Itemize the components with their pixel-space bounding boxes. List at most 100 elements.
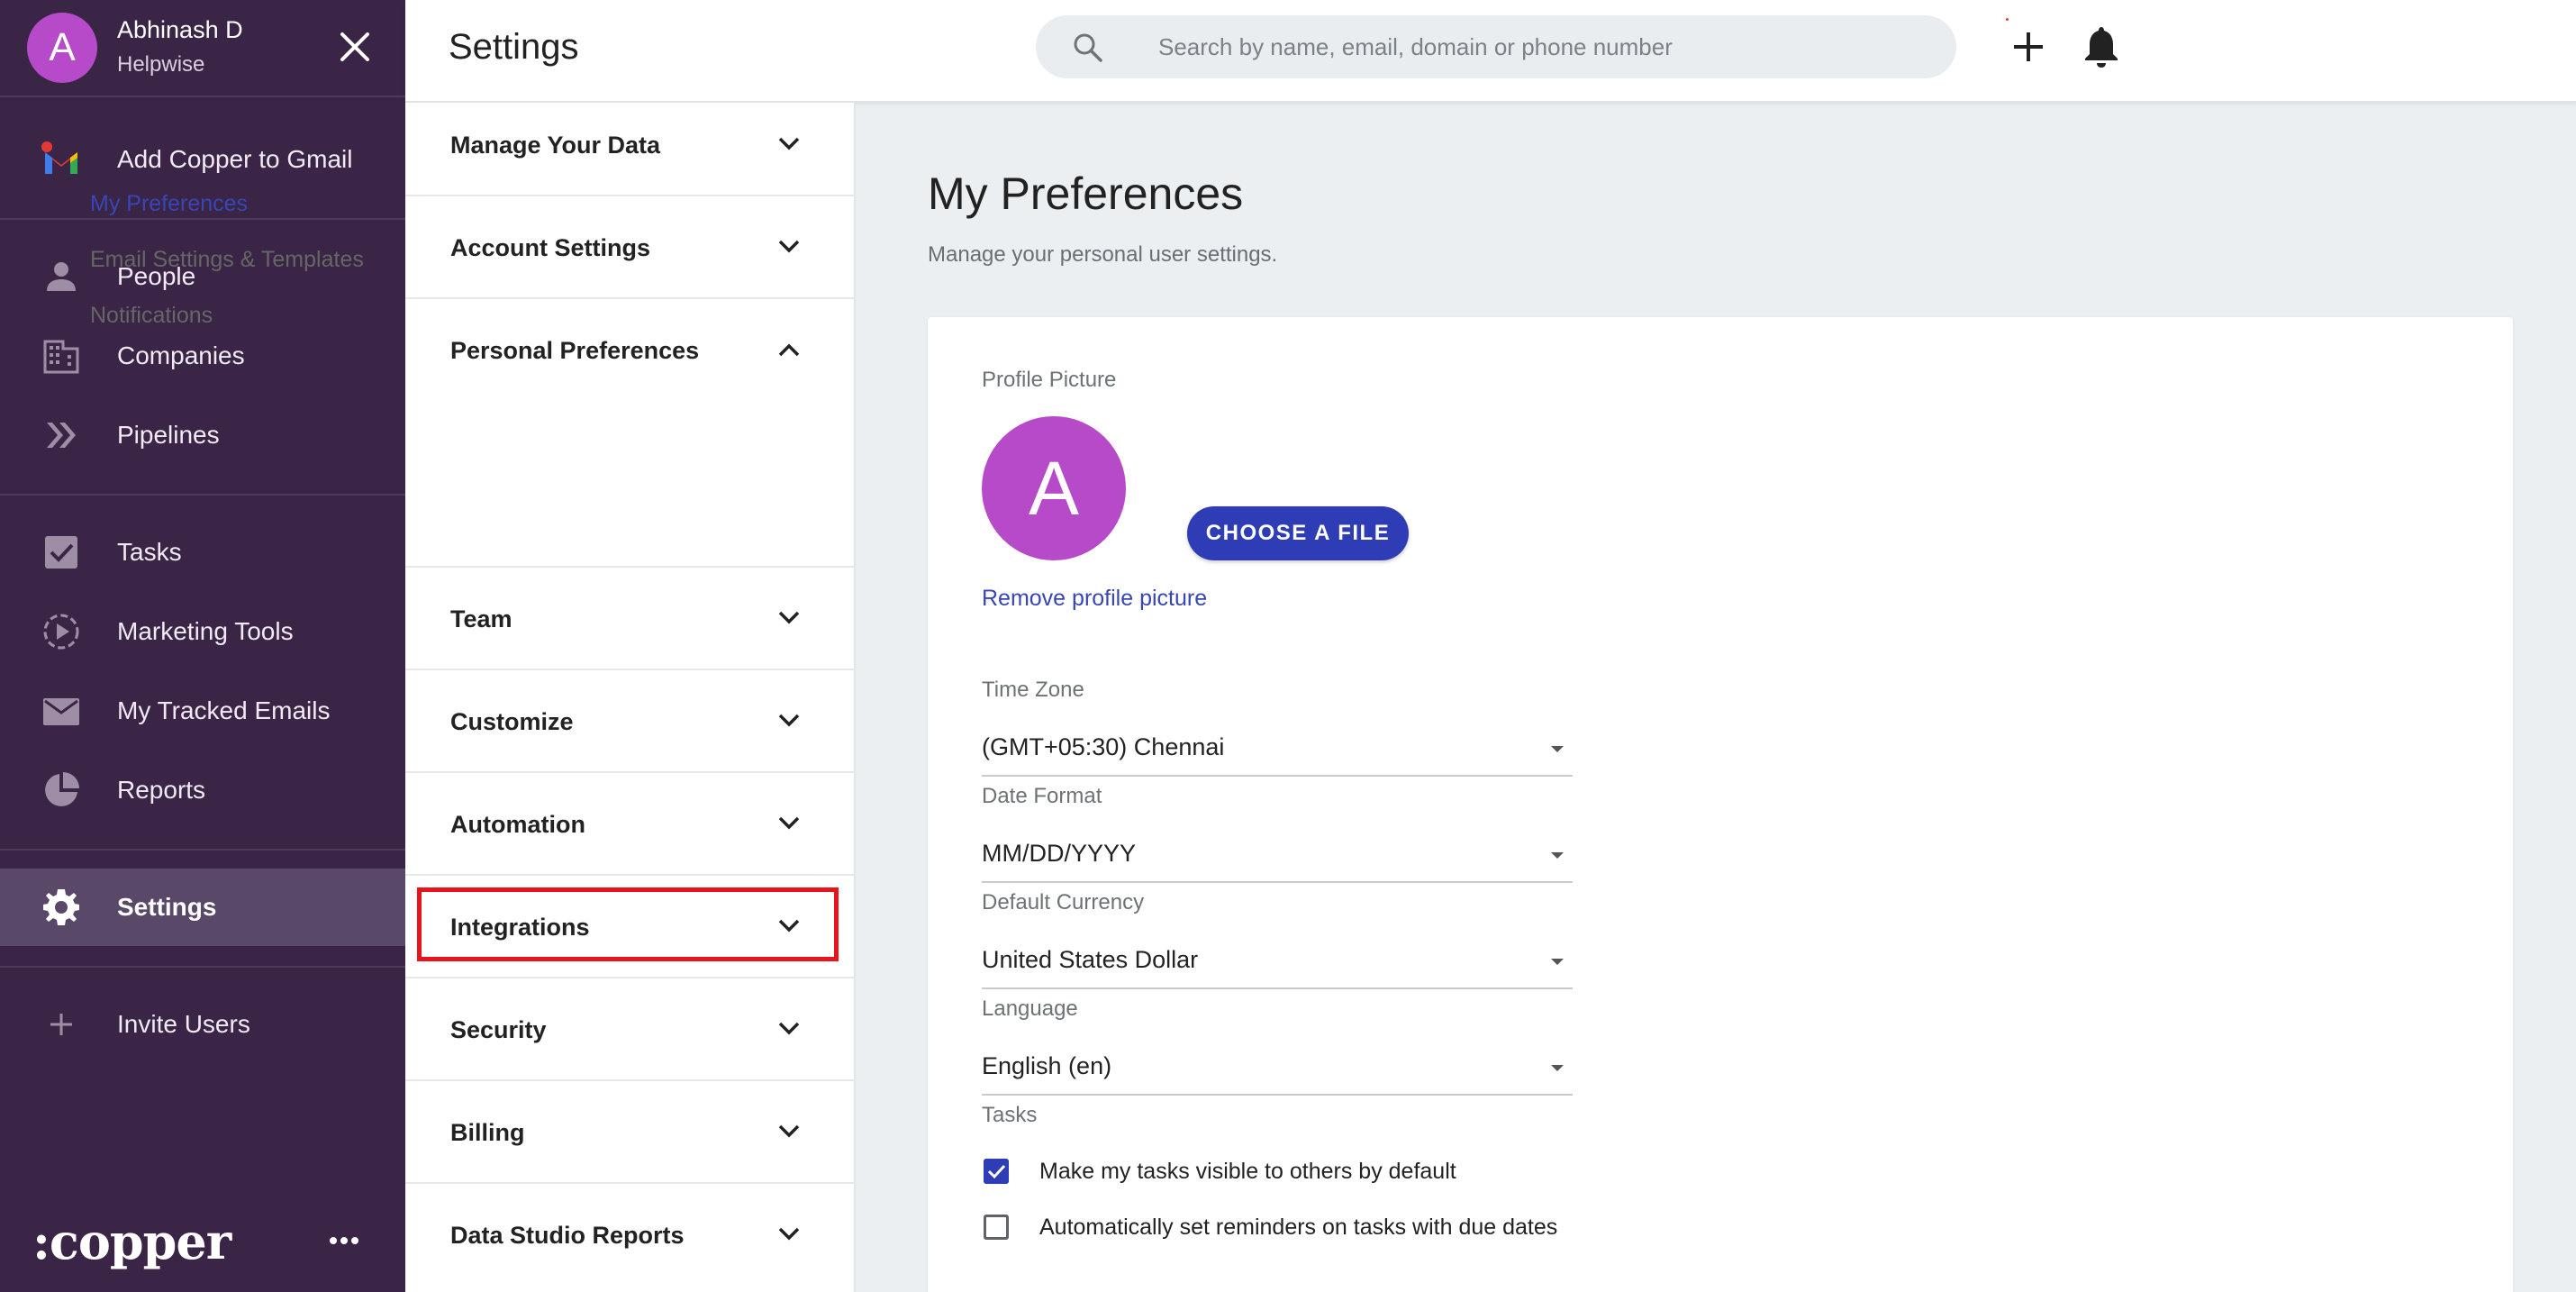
divider (0, 96, 405, 97)
mail-icon (43, 698, 79, 725)
building-icon (43, 340, 79, 374)
settings-section-billing[interactable]: Billing (405, 1081, 856, 1184)
nav-label: Invite Users (117, 1010, 250, 1038)
user-name: Abhinash D (117, 16, 243, 43)
nav-label: Marketing Tools (117, 617, 294, 645)
chevron-down-icon (778, 240, 800, 253)
page-title: Settings (449, 27, 579, 67)
checkbox-icon (45, 536, 77, 569)
nav-label: Tasks (117, 538, 182, 566)
nav-item-my-tracked-emails[interactable]: My Tracked Emails (0, 672, 405, 750)
section-label: Automation (450, 811, 585, 838)
search-input[interactable] (1158, 28, 1924, 66)
time-zone-select[interactable]: (GMT+05:30) Chennai (982, 721, 1573, 777)
settings-menu: Manage Your Data Account Settings Person… (90, 103, 856, 1292)
default-currency-label: Default Currency (982, 890, 1145, 914)
choose-file-button[interactable]: CHOOSE A FILE (1187, 506, 1409, 560)
content-subtitle: Manage your personal user settings. (928, 242, 1278, 267)
double-chevron-icon (47, 423, 76, 448)
close-icon[interactable] (333, 25, 376, 68)
language-label: Language (982, 996, 1078, 1021)
nav-label: Pipelines (117, 421, 220, 449)
top-bar: Settings (405, 0, 2576, 103)
settings-section-team[interactable]: Team (405, 568, 856, 670)
select-value: English (en) (982, 1052, 1112, 1079)
checkbox-unchecked-icon[interactable] (984, 1215, 1009, 1240)
dropdown-caret-icon (1551, 1065, 1564, 1071)
chevron-down-icon (778, 137, 800, 150)
nav-item-tasks[interactable]: Tasks (0, 514, 405, 591)
section-label: Billing (450, 1119, 525, 1146)
settings-section-data-studio-reports[interactable]: Data Studio Reports (405, 1184, 856, 1287)
user-organization: Helpwise (117, 52, 205, 77)
divider (0, 966, 405, 968)
section-label: Customize (450, 708, 574, 735)
notification-dot (2006, 18, 2009, 21)
add-copper-to-gmail[interactable]: Add Copper to Gmail (0, 121, 405, 198)
nav-label: My Tracked Emails (117, 696, 331, 724)
chevron-up-icon[interactable] (773, 333, 805, 366)
section-label[interactable]: Personal Preferences (450, 337, 699, 365)
task-visibility-option[interactable]: Make my tasks visible to others by defau… (982, 1155, 1612, 1191)
search-icon (1074, 33, 1102, 62)
submenu-my-preferences[interactable]: My Preferences (90, 191, 248, 217)
gmail-icon (41, 141, 77, 174)
plus-icon (50, 1014, 72, 1035)
avatar[interactable]: A (27, 13, 97, 83)
settings-section-account-settings[interactable]: Account Settings (405, 196, 856, 299)
preferences-card (928, 317, 2513, 1292)
nav-item-marketing-tools[interactable]: Marketing Tools (0, 593, 405, 670)
more-options-icon[interactable] (326, 1227, 362, 1254)
divider (0, 849, 405, 851)
select-value: (GMT+05:30) Chennai (982, 733, 1225, 760)
chevron-down-icon (778, 1227, 800, 1241)
section-label: Data Studio Reports (450, 1222, 685, 1249)
profile-avatar: A (982, 416, 1126, 560)
nav-item-invite-users[interactable]: Invite Users (0, 986, 405, 1063)
nav-label: Settings (117, 893, 217, 921)
date-format-label: Date Format (982, 784, 1102, 808)
chevron-down-icon (778, 816, 800, 830)
play-circle-icon (43, 614, 79, 650)
nav-item-settings[interactable]: Settings (0, 869, 405, 946)
checkbox-label: Automatically set reminders on tasks wit… (1039, 1215, 1558, 1240)
checkbox-checked-icon[interactable] (984, 1159, 1009, 1184)
section-label: Team (450, 605, 512, 632)
divider (0, 494, 405, 496)
settings-section-manage-your-data[interactable]: Manage Your Data (405, 103, 856, 196)
remove-profile-picture-link[interactable]: Remove profile picture (982, 586, 1207, 612)
chevron-down-icon (778, 611, 800, 624)
add-icon[interactable] (2009, 27, 2048, 67)
task-reminder-option[interactable]: Automatically set reminders on tasks wit… (982, 1211, 1612, 1247)
select-value: United States Dollar (982, 946, 1199, 973)
person-icon (47, 262, 76, 291)
profile-picture-label: Profile Picture (982, 368, 1117, 392)
dropdown-caret-icon (1551, 746, 1564, 752)
integrations-highlight (417, 887, 839, 961)
dropdown-caret-icon (1551, 852, 1564, 859)
gear-icon (43, 889, 79, 925)
add-gmail-label: Add Copper to Gmail (117, 145, 353, 173)
content-title: My Preferences (928, 168, 1244, 219)
default-currency-select[interactable]: United States Dollar (982, 933, 1573, 989)
submenu-email-settings-templates[interactable]: Email Settings & Templates (90, 247, 364, 273)
settings-section-automation[interactable]: Automation (405, 773, 856, 876)
divider (0, 218, 405, 220)
section-label: Security (450, 1016, 547, 1043)
language-select[interactable]: English (en) (982, 1040, 1573, 1096)
bell-icon[interactable] (2081, 23, 2122, 68)
section-label: Account Settings (450, 234, 651, 261)
tasks-label: Tasks (982, 1103, 1038, 1127)
settings-section-personal-preferences: Personal Preferences My Preferences Emai… (90, 191, 856, 568)
nav-item-pipelines[interactable]: Pipelines (0, 396, 405, 474)
search-bar[interactable] (1036, 15, 1956, 78)
chevron-down-icon (778, 714, 800, 727)
time-zone-label: Time Zone (982, 678, 1084, 702)
dropdown-caret-icon (1551, 959, 1564, 965)
settings-section-customize[interactable]: Customize (405, 670, 856, 773)
settings-section-security[interactable]: Security (405, 978, 856, 1081)
date-format-select[interactable]: MM/DD/YYYY (982, 827, 1573, 883)
nav-item-reports[interactable]: Reports (0, 751, 405, 829)
checkbox-label: Make my tasks visible to others by defau… (1039, 1159, 1456, 1184)
submenu-notifications[interactable]: Notifications (90, 303, 213, 329)
